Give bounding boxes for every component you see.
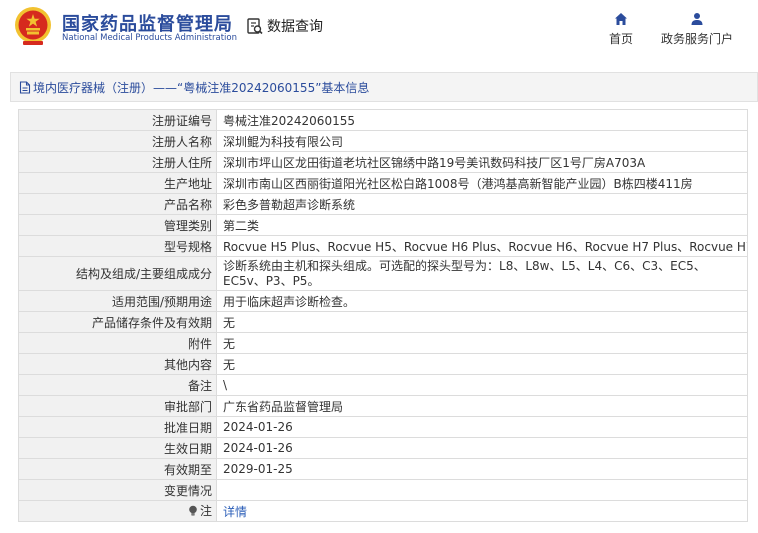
field-label: 结构及组成/主要组成成分 <box>18 256 217 291</box>
note-key: 注 <box>188 502 212 519</box>
field-label: 产品名称 <box>18 193 217 215</box>
table-row: 有效期至 2029-01-25 <box>18 458 748 480</box>
field-label: 注册证编号 <box>18 109 217 131</box>
table-row: 产品名称 彩色多普勒超声诊断系统 <box>18 193 748 215</box>
lightbulb-icon <box>189 505 197 516</box>
registration-info-table: 注册证编号 粤械注准20242060155 注册人名称 深圳鲲为科技有限公司 注… <box>18 109 748 522</box>
details-link[interactable]: 详情 <box>223 505 247 519</box>
table-row: 注册证编号 粤械注准20242060155 <box>18 109 748 131</box>
table-row: 结构及组成/主要组成成分 诊断系统由主机和探头组成。可选配的探头型号为：L8、L… <box>18 256 748 291</box>
field-label: 注册人名称 <box>18 130 217 152</box>
search-document-icon <box>247 18 263 35</box>
field-label: 生效日期 <box>18 437 217 459</box>
nav-service-portal[interactable]: 政务服务门户 <box>661 12 733 47</box>
field-label: 注册人住所 <box>18 151 217 173</box>
site-subtitle: National Medical Products Administration <box>62 33 237 43</box>
table-row: 适用范围/预期用途 用于临床超声诊断检查。 <box>18 290 748 312</box>
field-value: 2024-01-26 <box>216 416 748 438</box>
field-value: 第二类 <box>216 214 748 236</box>
table-row: 变更情况 <box>18 479 748 501</box>
field-value: 无 <box>216 353 748 375</box>
data-query-link[interactable]: 数据查询 <box>246 16 323 36</box>
table-row: 生产地址 深圳市南山区西丽街道阳光社区松白路1008号（港鸿基高新智能产业园）B… <box>18 172 748 194</box>
breadcrumb: 境内医疗器械（注册）——“粤械注准20242060155”基本信息 <box>10 72 758 102</box>
field-label: 注 <box>199 504 212 519</box>
table-row: 注 详情 <box>18 500 748 522</box>
field-label: 备注 <box>18 374 217 396</box>
field-value: 广东省药品监督管理局 <box>216 395 748 417</box>
field-label: 有效期至 <box>18 458 217 480</box>
field-label: 审批部门 <box>18 395 217 417</box>
field-label: 管理类别 <box>18 214 217 236</box>
field-value: 深圳鲲为科技有限公司 <box>216 130 748 152</box>
home-icon <box>615 13 627 25</box>
document-icon <box>19 80 31 94</box>
table-row: 生效日期 2024-01-26 <box>18 437 748 459</box>
table-row: 型号规格 Rocvue H5 Plus、Rocvue H5、Rocvue H6 … <box>18 235 748 257</box>
field-value: 无 <box>216 332 748 354</box>
field-label: 批准日期 <box>18 416 217 438</box>
field-value: 2024-01-26 <box>216 437 748 459</box>
nav-home-label: 首页 <box>609 32 634 46</box>
field-value: 深圳市南山区西丽街道阳光社区松白路1008号（港鸿基高新智能产业园）B栋四楼41… <box>216 172 748 194</box>
nav-home[interactable]: 首页 <box>609 12 633 47</box>
site-header: 国家药品监督管理局 National Medical Products Admi… <box>0 0 758 62</box>
table-row: 批准日期 2024-01-26 <box>18 416 748 438</box>
field-label: 变更情况 <box>18 479 217 501</box>
breadcrumb-text: 境内医疗器械（注册）——“粤械注准20242060155”基本信息 <box>33 80 370 95</box>
nav-service-label: 政务服务门户 <box>661 32 734 46</box>
table-row: 审批部门 广东省药品监督管理局 <box>18 395 748 417</box>
table-row: 管理类别 第二类 <box>18 214 748 236</box>
table-row: 附件 无 <box>18 332 748 354</box>
field-value: 用于临床超声诊断检查。 <box>216 290 748 312</box>
field-label: 附件 <box>18 332 217 354</box>
table-row: 其他内容 无 <box>18 353 748 375</box>
field-value: 诊断系统由主机和探头组成。可选配的探头型号为：L8、L8w、L5、L4、C6、C… <box>216 256 748 291</box>
note-label-cell: 注 <box>18 500 217 522</box>
field-value: \ <box>216 374 748 396</box>
note-value-cell: 详情 <box>216 500 748 522</box>
table-row: 产品储存条件及有效期 无 <box>18 311 748 333</box>
national-emblem-icon <box>15 7 51 45</box>
field-value: 彩色多普勒超声诊断系统 <box>216 193 748 215</box>
field-value <box>216 479 748 501</box>
user-icon <box>691 13 703 25</box>
field-label: 生产地址 <box>18 172 217 194</box>
field-label: 适用范围/预期用途 <box>18 290 217 312</box>
table-row: 注册人住所 深圳市坪山区龙田街道老坑社区锦绣中路19号美讯数码科技厂区1号厂房A… <box>18 151 748 173</box>
table-row: 备注 \ <box>18 374 748 396</box>
field-value: 无 <box>216 311 748 333</box>
data-query-label: 数据查询 <box>267 19 323 35</box>
field-value: Rocvue H5 Plus、Rocvue H5、Rocvue H6 Plus、… <box>216 235 748 257</box>
table-row: 注册人名称 深圳鲲为科技有限公司 <box>18 130 748 152</box>
field-value: 深圳市坪山区龙田街道老坑社区锦绣中路19号美讯数码科技厂区1号厂房A703A <box>216 151 748 173</box>
field-value: 2029-01-25 <box>216 458 748 480</box>
field-label: 其他内容 <box>18 353 217 375</box>
field-label: 产品储存条件及有效期 <box>18 311 217 333</box>
field-label: 型号规格 <box>18 235 217 257</box>
field-value: 粤械注准20242060155 <box>216 109 748 131</box>
